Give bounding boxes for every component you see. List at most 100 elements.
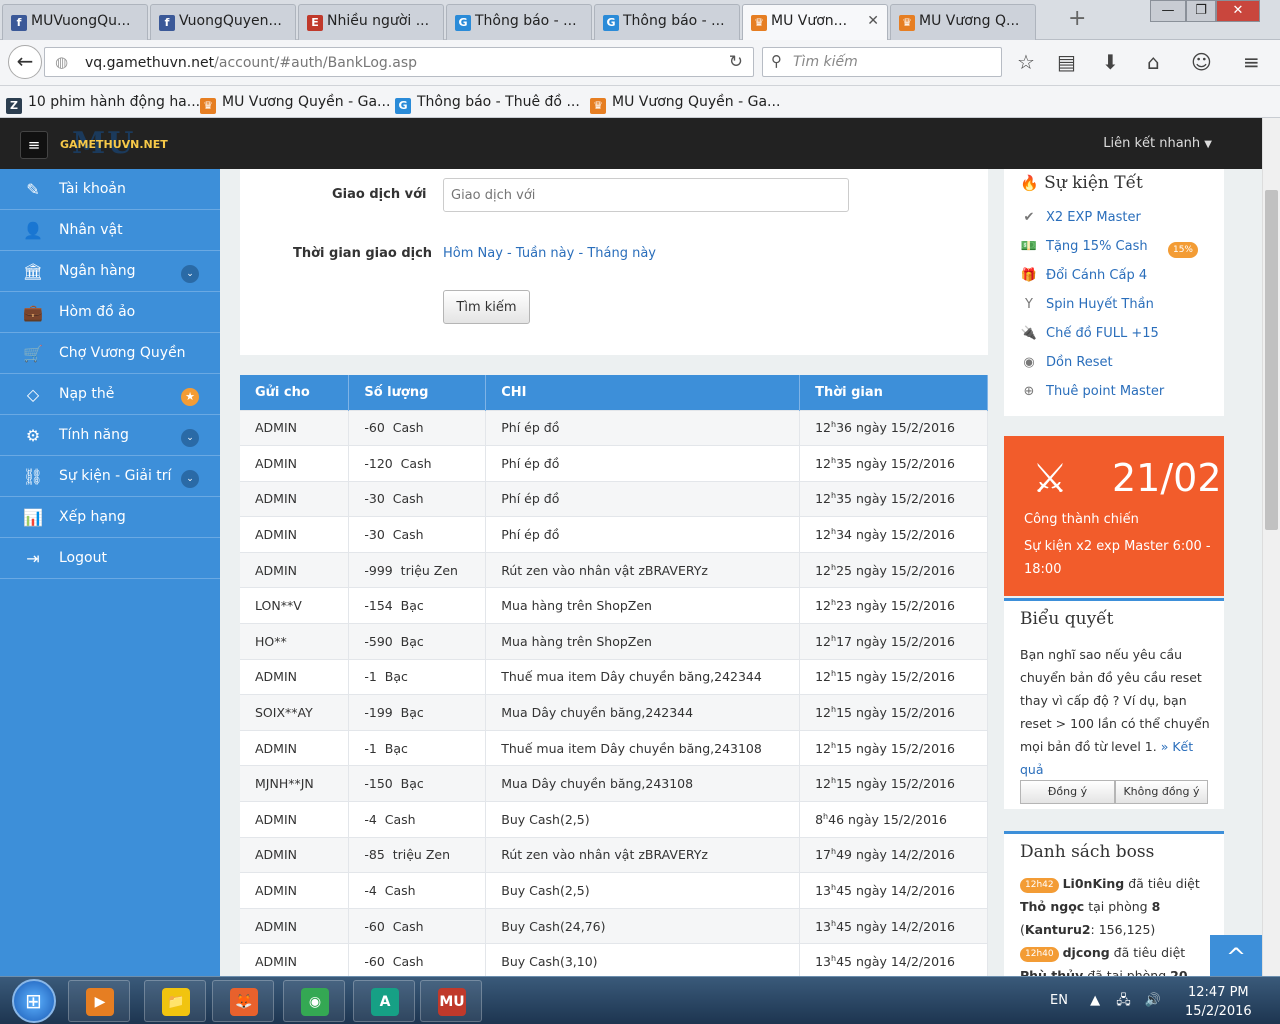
disagree-button[interactable]: Không đồng ý: [1115, 780, 1208, 804]
recipient-cell: LON**V: [240, 587, 350, 624]
browser-tab[interactable]: G Thông báo - ...: [446, 4, 592, 40]
browser-tab[interactable]: G Thông báo - ...: [594, 4, 740, 40]
tab-title: Thông báo - ...: [475, 13, 577, 29]
close-tab-icon[interactable]: ✕: [867, 13, 879, 29]
chevron-down-icon[interactable]: ⌄: [181, 265, 199, 283]
recipient-cell: ADMIN: [240, 409, 350, 446]
table-row: ADMIN -1 Bạc Thuế mua item Dây chuyền băng…: [240, 729, 988, 766]
logout-icon: ⇥: [26, 549, 40, 568]
time-cell: 12h15 ngày 15/2/2016: [799, 765, 988, 802]
smiley-icon[interactable]: ☺: [1191, 50, 1212, 74]
taskbar-app-mu-game[interactable]: MU: [420, 980, 482, 1022]
taskbar-app-file-explorer[interactable]: 📁: [144, 980, 206, 1022]
this-month-link[interactable]: Tháng này: [587, 246, 656, 261]
sidebar-item[interactable]: 📊 Xếp hạng: [0, 497, 220, 538]
page-scrollbar[interactable]: [1262, 118, 1280, 976]
description-cell: Buy Cash(2,5): [485, 872, 801, 909]
event-link[interactable]: ⊕ Thuê point Master: [1020, 384, 1165, 399]
restore-button[interactable]: ❐: [1186, 0, 1216, 22]
column-header[interactable]: CHI: [485, 375, 801, 410]
event-link[interactable]: 🔌 Chế đồ FULL +15: [1020, 326, 1159, 341]
sidebar-item[interactable]: 🏛 Ngân hàng ⌄: [0, 251, 220, 292]
bookmark-item[interactable]: Z 10 phim hành động ha...: [6, 94, 200, 114]
download-icon[interactable]: ⬇: [1102, 50, 1119, 74]
site-logo[interactable]: MU GAMETHUVN.NET: [58, 126, 180, 161]
time-cell: 13h45 ngày 14/2/2016: [799, 907, 988, 944]
agree-button[interactable]: Đồng ý: [1020, 780, 1115, 804]
sidebar-item[interactable]: ⚙ Tính năng ⌄: [0, 415, 220, 456]
system-clock[interactable]: 12:47 PM 15/2/2016: [1185, 983, 1252, 1021]
column-header[interactable]: Số lượng: [348, 375, 487, 410]
scrollbar-thumb[interactable]: [1265, 190, 1278, 530]
back-button[interactable]: ←: [8, 45, 42, 79]
browser-tab[interactable]: f MUVuongQu...: [2, 4, 148, 40]
check-circle-icon: ✔: [1023, 210, 1035, 225]
column-header[interactable]: Thời gian: [799, 375, 988, 410]
network-icon[interactable]: 🖧: [1116, 993, 1131, 1008]
sidebar-item[interactable]: ✎ Tài khoản: [0, 169, 220, 210]
taskbar-app-chrome[interactable]: ◉: [283, 980, 345, 1022]
taskbar-app-app-a[interactable]: A: [353, 980, 415, 1022]
browser-tab[interactable]: ♛ MU Vương Q...: [890, 4, 1036, 40]
chevron-down-icon[interactable]: ⌄: [181, 429, 199, 447]
recipient-cell: ADMIN: [240, 480, 350, 517]
close-window-button[interactable]: ✕: [1216, 0, 1260, 22]
back-to-top-button[interactable]: ^: [1210, 935, 1262, 976]
taskbar-app-media-player[interactable]: ▶: [68, 980, 130, 1022]
bookmark-item[interactable]: G Thông báo - Thuê đồ ...: [395, 94, 580, 114]
amount-cell: -150 Bạc: [348, 765, 487, 802]
browser-tab[interactable]: f VuongQuyen...: [150, 4, 296, 40]
event-link[interactable]: 🎁 Đổi Cánh Cấp 4: [1020, 268, 1147, 283]
sidebar-item[interactable]: ◇ Nạp thẻ ★: [0, 374, 220, 415]
menu-icon[interactable]: ≡: [1243, 50, 1260, 74]
bookmark-star-icon[interactable]: ☆: [1017, 50, 1035, 74]
sidebar-item[interactable]: 🛒 Chợ Vương Quyền: [0, 333, 220, 374]
home-icon[interactable]: ⌂: [1147, 50, 1160, 74]
amount-cell: -590 Bạc: [348, 623, 487, 660]
browser-tab[interactable]: E Nhiều người ...: [298, 4, 444, 40]
this-week-link[interactable]: Tuần này: [516, 246, 574, 261]
tab-title: Thông báo - ...: [623, 13, 725, 29]
bookmark-item[interactable]: ♛ MU Vương Quyền - Ga...: [590, 94, 780, 114]
chevron-down-icon[interactable]: ⌄: [181, 470, 199, 488]
tab-title: Nhiều người ...: [327, 13, 430, 29]
amount-cell: -85 triệu Zen: [348, 836, 487, 873]
new-tab-button[interactable]: +: [1068, 6, 1086, 31]
bookmark-item[interactable]: ♛ MU Vương Quyền - Ga...: [200, 94, 390, 114]
minimize-button[interactable]: —: [1150, 0, 1186, 22]
browser-search-input[interactable]: ⚲ Tìm kiếm: [762, 47, 1002, 77]
start-button[interactable]: ⊞: [12, 979, 56, 1023]
description-cell: Thuế mua item Dây chuyền băng,242344: [485, 658, 801, 695]
sidebar-item[interactable]: ⇥ Logout: [0, 538, 220, 579]
recipient-cell: ADMIN: [240, 907, 350, 944]
sidebar-item[interactable]: 👤 Nhân vật: [0, 210, 220, 251]
event-link[interactable]: Y Spin Huyết Thần: [1020, 297, 1154, 312]
today-link[interactable]: Hôm Nay: [443, 246, 503, 261]
partner-input[interactable]: [443, 178, 849, 212]
url-bar[interactable]: ◍ vq.gamethuvn.net/account/#auth/BankLog…: [44, 47, 754, 77]
event-label: Tặng 15% Cash: [1046, 239, 1148, 254]
volume-icon[interactable]: 🔊: [1145, 993, 1161, 1008]
table-row: ADMIN -85 triệu Zen Rút zen vào nhân vật z…: [240, 836, 988, 873]
event-link[interactable]: ◉ Dồn Reset: [1020, 355, 1112, 370]
chrome-icon: ◉: [1023, 355, 1035, 370]
time-label: Thời gian giao dịch: [293, 246, 433, 261]
column-header[interactable]: Gửi cho: [240, 375, 350, 410]
taskbar-app-firefox[interactable]: 🦊: [212, 980, 274, 1022]
description-cell: Phí ép đồ: [485, 445, 801, 482]
search-button[interactable]: Tìm kiếm: [443, 290, 530, 324]
partner-label: Giao dịch với: [332, 187, 427, 202]
sidebar-item[interactable]: 💼 Hòm đồ ảo: [0, 292, 220, 333]
event-link[interactable]: 💵 Tặng 15% Cash: [1020, 239, 1148, 254]
reading-list-icon[interactable]: ▤: [1057, 50, 1076, 74]
hamburger-menu-button[interactable]: ≡: [20, 131, 48, 159]
amount-cell: -199 Bạc: [348, 694, 487, 731]
quick-link-dropdown[interactable]: Liên kết nhanh ▼: [1103, 136, 1212, 151]
reload-icon[interactable]: ↻: [729, 52, 743, 72]
event-link[interactable]: ✔ X2 EXP Master: [1020, 210, 1141, 225]
tray-arrow-icon[interactable]: ▲: [1090, 993, 1100, 1008]
browser-tab[interactable]: ♛ MU Vươn... ✕: [742, 4, 888, 41]
media-player-icon: ▶: [86, 988, 114, 1016]
language-indicator[interactable]: EN: [1050, 993, 1068, 1008]
sidebar-item[interactable]: ⛓ Sự kiện - Giải trí ⌄: [0, 456, 220, 497]
